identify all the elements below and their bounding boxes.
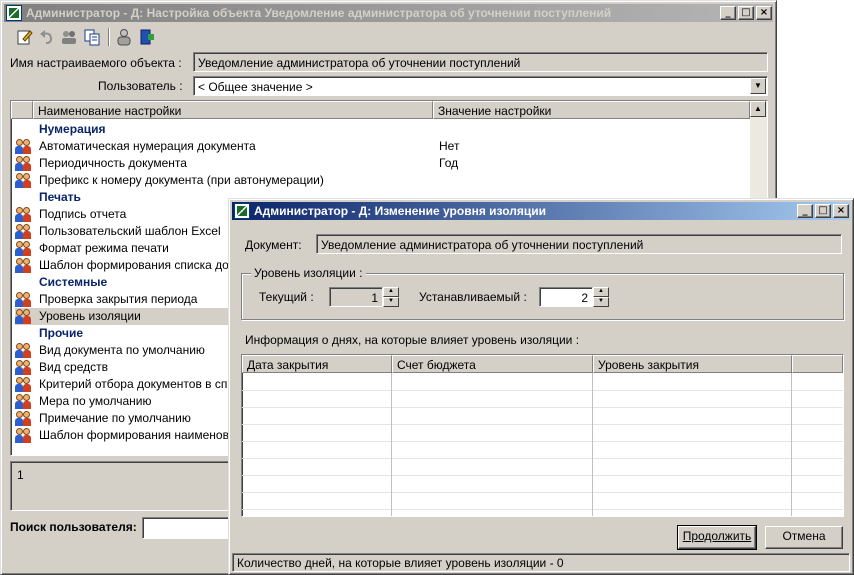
minimize-button[interactable]: _ bbox=[797, 204, 813, 218]
users-icon bbox=[15, 240, 33, 257]
group-system: Системные bbox=[39, 275, 108, 289]
spin-up-icon[interactable]: ▲ bbox=[593, 287, 609, 297]
row-value: Нет bbox=[439, 139, 460, 153]
row-name: Подпись отчета bbox=[39, 207, 127, 221]
group-numbering: Нумерация bbox=[39, 122, 106, 136]
new-level-label: Устанавливаемый : bbox=[419, 290, 527, 304]
users-icon[interactable] bbox=[60, 28, 78, 46]
row-name: Формат режима печати bbox=[39, 241, 169, 255]
row-name: Периодичность документа bbox=[39, 156, 187, 170]
app-icon bbox=[234, 203, 250, 219]
row-value: Год bbox=[439, 156, 459, 170]
row-name: Критерий отбора документов в сп bbox=[39, 377, 228, 391]
continue-button-label: Продолжить bbox=[682, 529, 752, 543]
document-label: Документ: bbox=[245, 238, 302, 252]
group-print: Печать bbox=[39, 190, 81, 204]
column-header-empty bbox=[792, 355, 843, 373]
row-name: Автоматическая нумерация документа bbox=[39, 139, 256, 153]
users-icon bbox=[15, 206, 33, 223]
users-icon bbox=[15, 155, 33, 172]
description-text: 1 bbox=[17, 468, 24, 482]
users-icon bbox=[15, 342, 33, 359]
info-grid-body bbox=[242, 373, 843, 516]
info-grid: Дата закрытия Счет бюджета Уровень закры… bbox=[241, 354, 844, 517]
users-icon bbox=[15, 291, 33, 308]
isolation-dialog: Администратор - Д: Изменение уровня изол… bbox=[228, 198, 854, 575]
new-level-spinner[interactable]: ▲ ▼ bbox=[593, 287, 609, 307]
spin-down-icon: ▼ bbox=[383, 297, 399, 307]
column-header-budget-account[interactable]: Счет бюджета bbox=[392, 355, 593, 373]
column-header-value[interactable]: Значение настройки bbox=[433, 101, 750, 119]
search-user-label: Поиск пользователя: bbox=[10, 520, 137, 534]
row-name: Пользовательский шаблон Excel bbox=[39, 224, 221, 238]
current-level-field: 1 bbox=[329, 287, 383, 307]
row-name: Шаблон формирования списка до bbox=[39, 258, 229, 272]
info-label: Информация о днях, на которые влияет уро… bbox=[245, 333, 580, 347]
search-user-input[interactable] bbox=[142, 517, 242, 539]
document-field: Уведомление администратора об уточнении … bbox=[316, 234, 842, 254]
users-icon bbox=[15, 172, 33, 189]
edit-icon[interactable] bbox=[16, 28, 34, 46]
close-button[interactable]: × bbox=[833, 204, 849, 218]
app-icon bbox=[6, 5, 22, 21]
row-name: Шаблон формирования наименов bbox=[39, 428, 229, 442]
row-name: Мера по умолчанию bbox=[39, 394, 152, 408]
users-icon bbox=[15, 359, 33, 376]
grid-corner bbox=[11, 101, 33, 119]
isolation-group-label: Уровень изоляции : bbox=[251, 266, 366, 280]
scroll-up-icon[interactable]: ▲ bbox=[750, 101, 766, 117]
spin-up-icon: ▲ bbox=[383, 287, 399, 297]
spin-down-icon[interactable]: ▼ bbox=[593, 297, 609, 307]
row-name: Уровень изоляции bbox=[39, 309, 141, 323]
users-icon bbox=[15, 427, 33, 444]
current-level-label: Текущий : bbox=[259, 290, 314, 304]
users-icon bbox=[15, 308, 33, 325]
chevron-down-icon[interactable]: ▼ bbox=[750, 78, 766, 94]
user-select[interactable]: < Общее значение > ▼ bbox=[193, 76, 768, 96]
main-title: Администратор - Д: Настройка объекта Уве… bbox=[26, 6, 612, 20]
user-icon[interactable] bbox=[115, 28, 133, 46]
exit-icon[interactable] bbox=[138, 28, 156, 46]
users-icon bbox=[15, 393, 33, 410]
undo-icon[interactable] bbox=[38, 28, 56, 46]
column-header-name[interactable]: Наименование настройки bbox=[33, 101, 433, 119]
row-name: Примечание по умолчанию bbox=[39, 411, 191, 425]
maximize-button[interactable]: □ bbox=[738, 6, 754, 20]
copy-icon[interactable] bbox=[83, 28, 101, 46]
dialog-title: Администратор - Д: Изменение уровня изол… bbox=[254, 204, 547, 218]
settings-row[interactable]: Периодичность документа Год bbox=[15, 155, 740, 172]
row-name: Вид средств bbox=[39, 360, 108, 374]
users-icon bbox=[15, 410, 33, 427]
new-level-input[interactable]: 2 bbox=[539, 287, 593, 307]
status-bar: Количество дней, на которые влияет урове… bbox=[232, 553, 850, 572]
object-name-field: Уведомление администратора об уточнении … bbox=[193, 52, 768, 72]
users-icon bbox=[15, 223, 33, 240]
column-header-close-level[interactable]: Уровень закрытия bbox=[593, 355, 792, 373]
user-select-value: < Общее значение > bbox=[198, 80, 313, 94]
settings-row[interactable]: Автоматическая нумерация документа Нет bbox=[15, 138, 740, 155]
current-level-spinner: ▲ ▼ bbox=[383, 287, 399, 307]
object-name-label: Имя настраиваемого объекта : bbox=[10, 56, 182, 70]
settings-row[interactable]: Префикс к номеру документа (при автонуме… bbox=[15, 172, 740, 189]
group-other: Прочие bbox=[39, 326, 84, 340]
users-icon bbox=[15, 257, 33, 274]
close-button[interactable]: × bbox=[756, 6, 772, 20]
row-name: Вид документа по умолчанию bbox=[39, 343, 205, 357]
users-icon bbox=[15, 376, 33, 393]
user-label: Пользователь : bbox=[98, 79, 183, 93]
row-name: Префикс к номеру документа (при автонуме… bbox=[39, 173, 324, 187]
row-name: Проверка закрытия периода bbox=[39, 292, 198, 306]
maximize-button[interactable]: □ bbox=[815, 204, 831, 218]
column-header-close-date[interactable]: Дата закрытия bbox=[242, 355, 392, 373]
continue-button[interactable]: Продолжить bbox=[677, 525, 757, 550]
dialog-titlebar[interactable]: Администратор - Д: Изменение уровня изол… bbox=[232, 202, 850, 220]
toolbar-separator bbox=[108, 28, 110, 46]
main-titlebar[interactable]: Администратор - Д: Настройка объекта Уве… bbox=[4, 4, 773, 22]
minimize-button[interactable]: _ bbox=[720, 6, 736, 20]
users-icon bbox=[15, 138, 33, 155]
cancel-button[interactable]: Отмена bbox=[765, 526, 843, 549]
